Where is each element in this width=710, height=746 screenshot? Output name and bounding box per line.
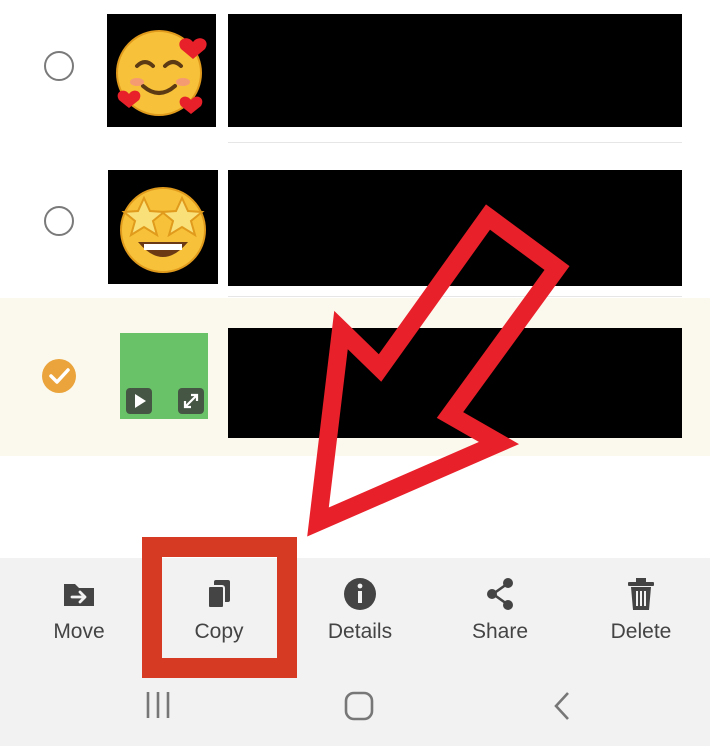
play-icon	[135, 394, 146, 408]
copy-label: Copy	[194, 620, 244, 643]
system-nav-bar	[0, 676, 710, 746]
details-button[interactable]: Details	[290, 558, 430, 678]
share-label: Share	[471, 620, 529, 643]
select-radio[interactable]	[44, 206, 74, 236]
row-divider	[228, 142, 682, 143]
expand-icon	[183, 393, 199, 409]
details-label: Details	[327, 620, 393, 643]
share-button[interactable]: Share	[430, 558, 570, 678]
copy-icon	[207, 580, 230, 609]
message-row[interactable]	[0, 0, 710, 150]
info-icon	[344, 578, 376, 610]
copy-button[interactable]: Copy	[149, 558, 289, 678]
recent-apps-icon[interactable]	[143, 690, 173, 720]
select-radio[interactable]	[44, 51, 74, 81]
home-icon[interactable]	[343, 690, 375, 722]
share-icon	[487, 578, 513, 610]
smiling-face-with-hearts-icon	[116, 30, 207, 116]
move-button[interactable]: Move	[9, 558, 149, 678]
delete-label: Delete	[610, 620, 672, 643]
sticker-thumbnail[interactable]	[108, 170, 218, 284]
message-row-selected[interactable]	[0, 298, 710, 456]
delete-button[interactable]: Delete	[571, 558, 710, 678]
star-struck-icon	[120, 187, 206, 273]
checkmark-icon	[49, 368, 70, 384]
row-divider	[228, 296, 682, 297]
redacted-message	[228, 328, 682, 438]
folder-arrow-icon	[64, 584, 94, 606]
selected-checkbox[interactable]	[42, 359, 76, 393]
trash-icon	[628, 578, 654, 610]
back-icon[interactable]	[550, 690, 574, 722]
move-label: Move	[53, 620, 105, 643]
video-thumbnail[interactable]	[120, 333, 208, 419]
expand-button[interactable]	[178, 388, 204, 414]
sticker-thumbnail[interactable]	[107, 14, 216, 127]
redacted-message	[228, 170, 682, 286]
play-button[interactable]	[126, 388, 152, 414]
message-row[interactable]	[0, 150, 710, 298]
redacted-message	[228, 14, 682, 127]
